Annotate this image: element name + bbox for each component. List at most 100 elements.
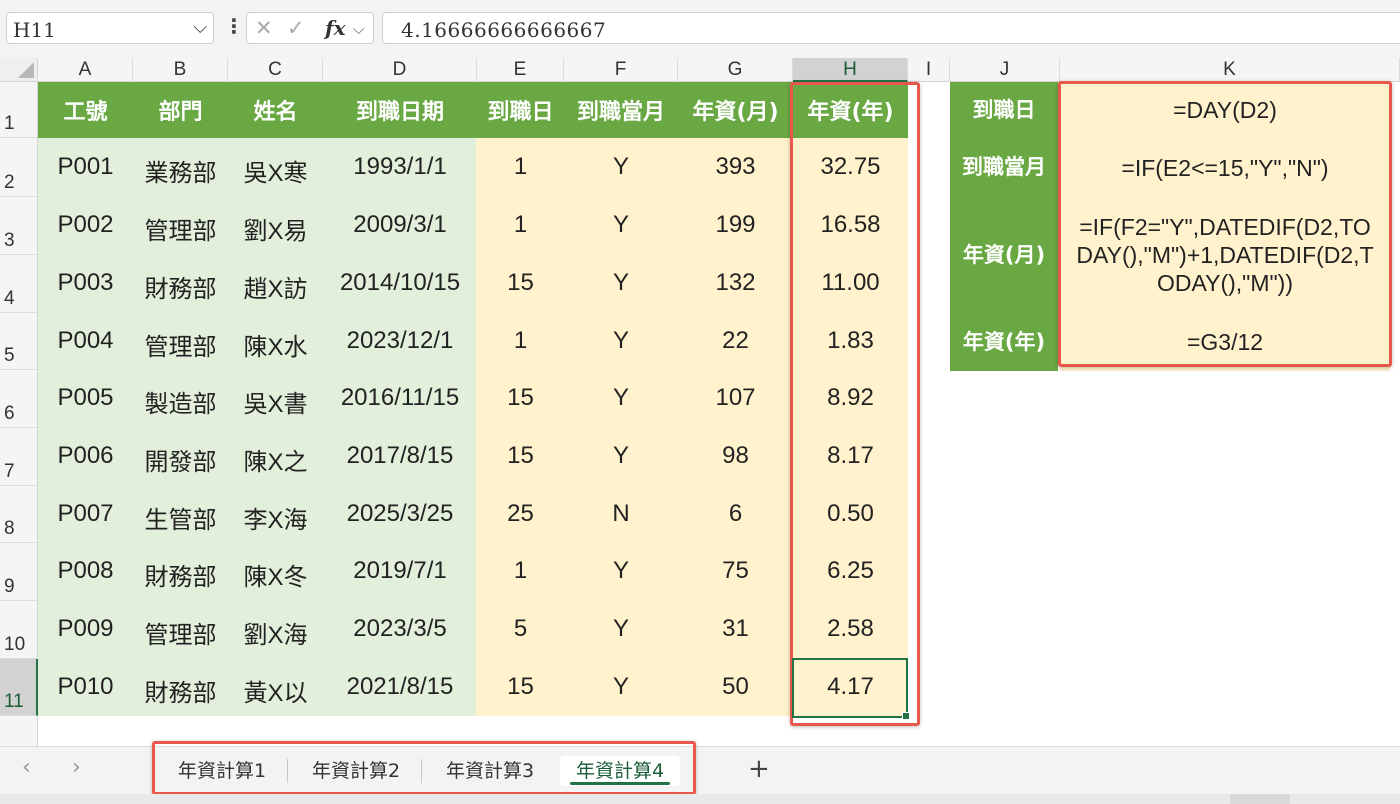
table-cell[interactable]: 6 bbox=[678, 500, 793, 528]
table-cell[interactable]: 吳X書 bbox=[228, 384, 323, 419]
column-header-g[interactable]: G bbox=[678, 58, 793, 82]
table-cell[interactable]: P007 bbox=[38, 500, 133, 528]
row-header-4[interactable]: 4 bbox=[0, 255, 38, 313]
chevron-down-icon[interactable]: ⌵ bbox=[193, 17, 207, 38]
column-header-d[interactable]: D bbox=[323, 58, 477, 82]
table-cell[interactable]: 1993/1/1 bbox=[323, 153, 477, 181]
scrollbar-thumb[interactable] bbox=[1230, 794, 1290, 804]
formula-label-cell[interactable]: 年資(年) bbox=[950, 313, 1058, 371]
row-number[interactable]: 3 bbox=[4, 230, 15, 252]
table-cell[interactable]: P001 bbox=[38, 153, 133, 181]
table-cell[interactable]: 陳X之 bbox=[228, 442, 323, 477]
table-cell[interactable]: 50 bbox=[678, 673, 793, 701]
row-header-6[interactable]: 6 bbox=[0, 370, 38, 428]
column-header-f[interactable]: F bbox=[564, 58, 678, 82]
horizontal-scrollbar[interactable] bbox=[0, 794, 1400, 804]
row-number[interactable]: 5 bbox=[4, 345, 15, 367]
table-cell[interactable]: 2023/12/1 bbox=[323, 327, 477, 355]
chevron-left-icon[interactable]: ‹ bbox=[22, 755, 31, 780]
table-cell[interactable]: 2017/8/15 bbox=[323, 442, 477, 470]
table-cell[interactable]: 開發部 bbox=[133, 442, 228, 477]
x-icon[interactable]: ✕ bbox=[255, 16, 273, 40]
table-cell[interactable]: Y bbox=[564, 384, 678, 412]
row-header-10[interactable]: 10 bbox=[0, 601, 38, 659]
table-cell[interactable]: 劉X易 bbox=[228, 211, 323, 246]
column-header-e[interactable]: E bbox=[477, 58, 564, 82]
row-header-2[interactable]: 2 bbox=[0, 138, 38, 197]
table-cell[interactable]: 2023/3/5 bbox=[323, 615, 477, 643]
table-cell[interactable]: 15 bbox=[477, 269, 564, 297]
table-cell[interactable]: P006 bbox=[38, 442, 133, 470]
table-cell[interactable]: 1 bbox=[477, 557, 564, 585]
table-cell[interactable]: Y bbox=[564, 327, 678, 355]
table-cell[interactable]: 陳X冬 bbox=[228, 557, 323, 592]
column-header-i[interactable]: I bbox=[908, 58, 950, 82]
table-cell[interactable]: Y bbox=[564, 211, 678, 239]
formula-label-cell[interactable]: 到職日 bbox=[950, 82, 1058, 138]
table-cell[interactable]: Y bbox=[564, 673, 678, 701]
table-cell[interactable]: N bbox=[564, 500, 678, 528]
row-number[interactable]: 1 bbox=[4, 113, 15, 135]
row-number[interactable]: 9 bbox=[4, 576, 15, 598]
chevron-right-icon[interactable]: › bbox=[72, 755, 81, 780]
chevron-down-icon[interactable]: ⌵ bbox=[353, 20, 364, 38]
table-cell[interactable]: P004 bbox=[38, 327, 133, 355]
table-cell[interactable]: 98 bbox=[678, 442, 793, 470]
formula-label-cell[interactable]: 到職當月 bbox=[950, 138, 1058, 197]
row-number[interactable]: 7 bbox=[4, 461, 15, 483]
table-cell[interactable]: 199 bbox=[678, 211, 793, 239]
table-cell[interactable]: 李X海 bbox=[228, 500, 323, 535]
select-all-corner[interactable] bbox=[0, 58, 38, 82]
table-cell[interactable]: P003 bbox=[38, 269, 133, 297]
active-cell-h11[interactable] bbox=[792, 658, 910, 720]
column-header-j[interactable]: J bbox=[950, 58, 1060, 82]
table-cell[interactable]: 吳X寒 bbox=[228, 153, 323, 188]
table-cell[interactable]: 2021/8/15 bbox=[323, 673, 477, 701]
table-cell[interactable]: 2019/7/1 bbox=[323, 557, 477, 585]
row-number[interactable]: 2 bbox=[4, 172, 15, 194]
column-header-c[interactable]: C bbox=[228, 58, 323, 82]
table-cell[interactable]: 管理部 bbox=[133, 211, 228, 246]
table-cell[interactable]: 1 bbox=[477, 153, 564, 181]
table-cell[interactable]: Y bbox=[564, 442, 678, 470]
table-cell[interactable]: 5 bbox=[477, 615, 564, 643]
row-number[interactable]: 6 bbox=[4, 403, 15, 425]
table-cell[interactable]: Y bbox=[564, 269, 678, 297]
check-icon[interactable]: ✓ bbox=[287, 16, 305, 40]
row-number[interactable]: 10 bbox=[4, 634, 25, 656]
column-header-k[interactable]: K bbox=[1060, 58, 1400, 82]
table-cell[interactable]: 黃X以 bbox=[228, 673, 323, 708]
more-options-icon[interactable]: ⋮ bbox=[224, 14, 244, 38]
table-cell[interactable]: 生管部 bbox=[133, 500, 228, 535]
table-cell[interactable]: 2014/10/15 bbox=[323, 269, 477, 297]
row-number[interactable]: 11 bbox=[4, 691, 24, 713]
table-cell[interactable]: 25 bbox=[477, 500, 564, 528]
row-header-5[interactable]: 5 bbox=[0, 313, 38, 370]
column-header-b[interactable]: B bbox=[133, 58, 228, 82]
formula-input[interactable]: 4.16666666666667 bbox=[382, 12, 1400, 44]
row-header-7[interactable]: 7 bbox=[0, 428, 38, 486]
table-cell[interactable]: Y bbox=[564, 153, 678, 181]
table-cell[interactable]: 2009/3/1 bbox=[323, 211, 477, 239]
table-cell[interactable]: 財務部 bbox=[133, 673, 228, 708]
table-cell[interactable]: 107 bbox=[678, 384, 793, 412]
select-all-icon[interactable] bbox=[18, 62, 34, 78]
row-header-1[interactable]: 1 bbox=[0, 82, 38, 138]
table-cell[interactable]: 15 bbox=[477, 673, 564, 701]
table-cell[interactable]: 管理部 bbox=[133, 327, 228, 362]
row-header-8[interactable]: 8 bbox=[0, 486, 38, 543]
row-number[interactable]: 4 bbox=[4, 288, 15, 310]
table-cell[interactable]: 31 bbox=[678, 615, 793, 643]
table-cell[interactable]: 15 bbox=[477, 384, 564, 412]
table-cell[interactable]: 趙X訪 bbox=[228, 269, 323, 304]
name-box[interactable]: H11 ⌵ bbox=[6, 12, 214, 44]
table-cell[interactable]: 2025/3/25 bbox=[323, 500, 477, 528]
table-cell[interactable]: P008 bbox=[38, 557, 133, 585]
table-cell[interactable]: P002 bbox=[38, 211, 133, 239]
fx-icon[interactable]: fx bbox=[325, 16, 346, 40]
table-cell[interactable]: 132 bbox=[678, 269, 793, 297]
table-cell[interactable]: Y bbox=[564, 557, 678, 585]
table-cell[interactable]: P009 bbox=[38, 615, 133, 643]
row-number[interactable]: 8 bbox=[4, 518, 15, 540]
row-header-3[interactable]: 3 bbox=[0, 197, 38, 255]
